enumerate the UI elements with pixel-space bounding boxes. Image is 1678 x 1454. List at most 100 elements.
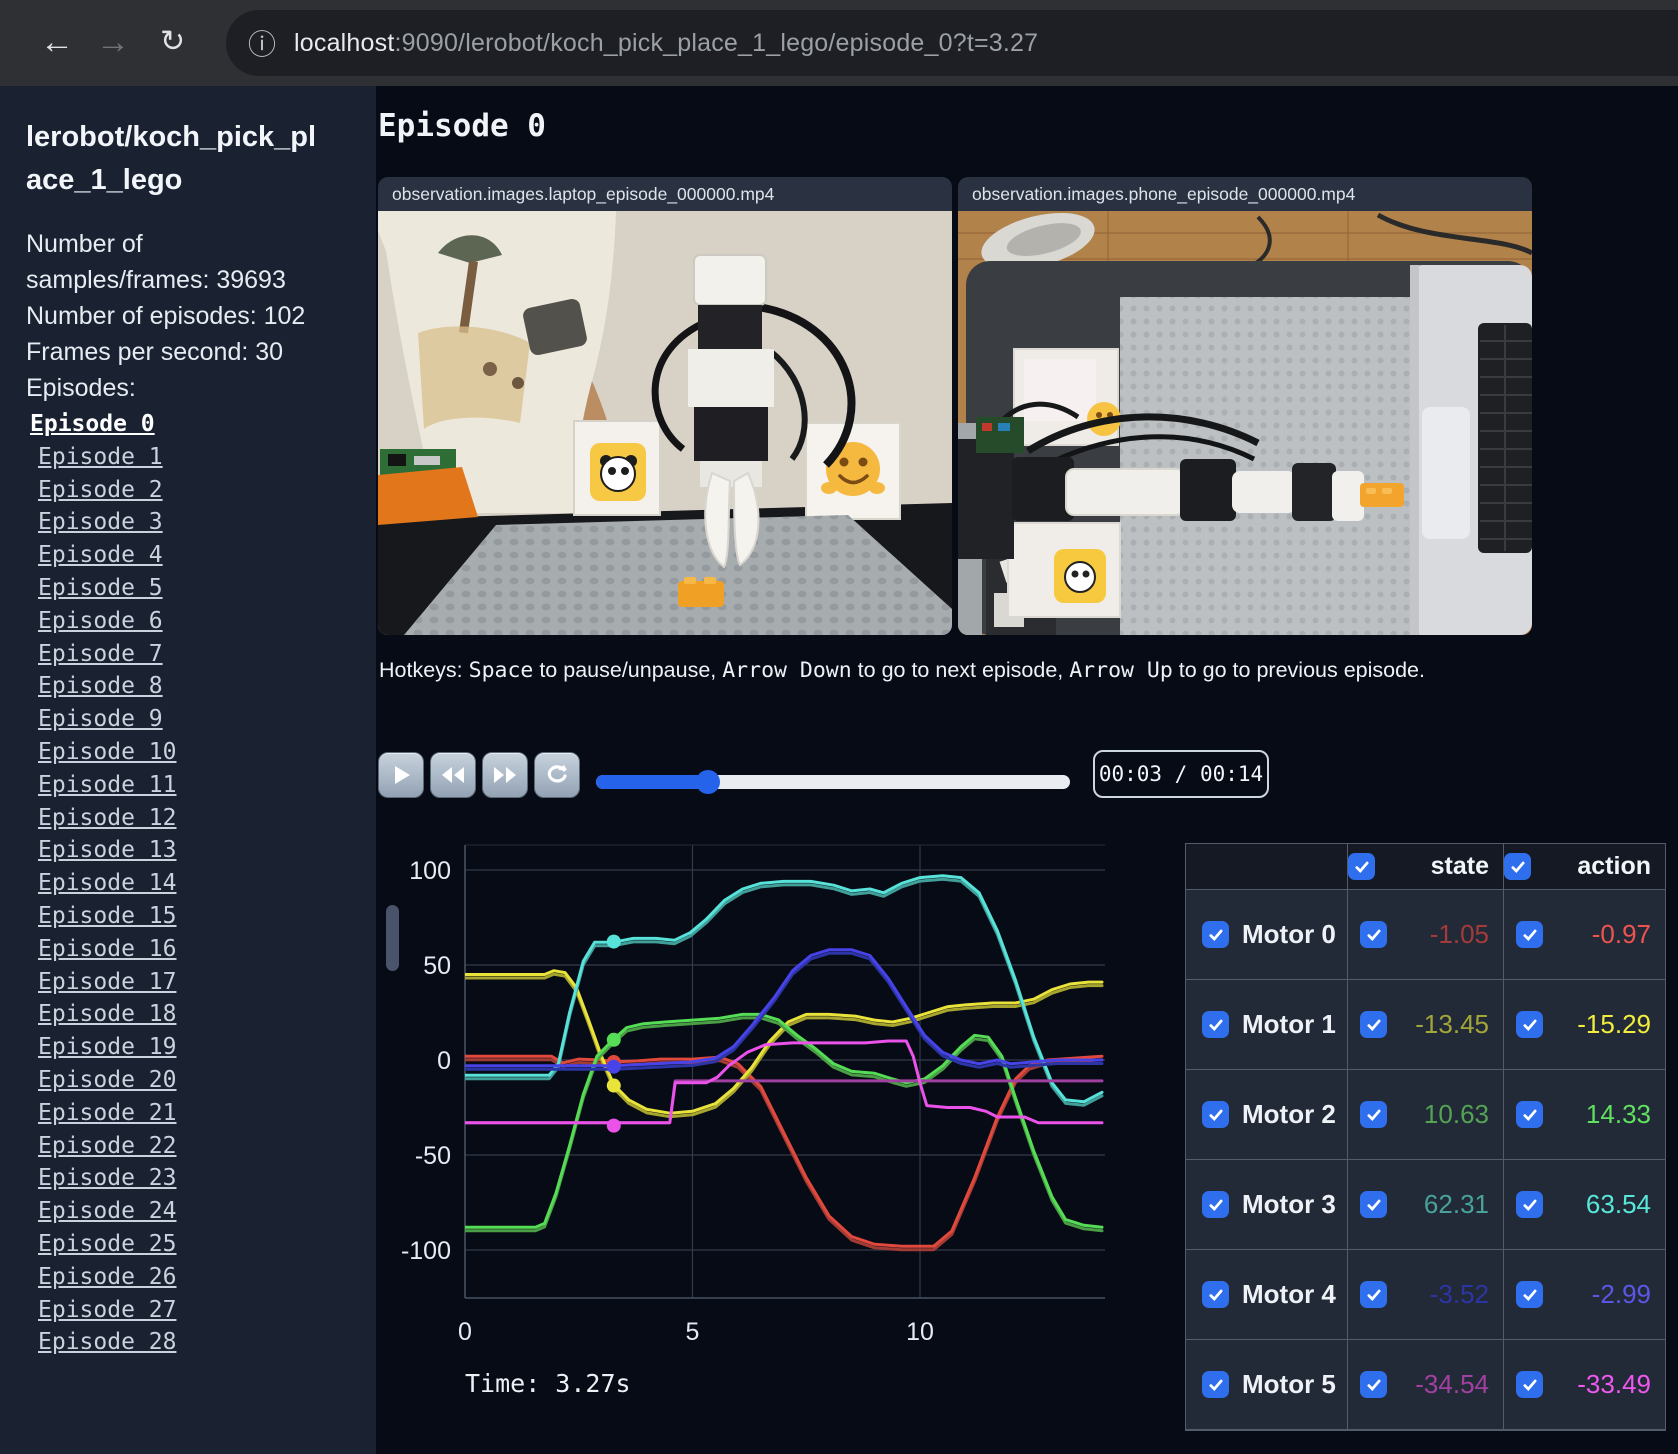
episode-link[interactable]: Episode 21 <box>38 1097 376 1130</box>
action-value-cell: -15.29 <box>1504 980 1665 1070</box>
episode-link[interactable]: Episode 27 <box>38 1294 376 1327</box>
episode-link[interactable]: Episode 7 <box>38 638 376 671</box>
episode-link[interactable]: Episode 20 <box>38 1064 376 1097</box>
episode-link[interactable]: Episode 19 <box>38 1031 376 1064</box>
rewind-button[interactable] <box>430 752 476 798</box>
episode-link[interactable]: Episode 11 <box>38 769 376 802</box>
action-checkbox[interactable] <box>1516 1011 1543 1038</box>
x-tick-label: 0 <box>458 1318 472 1346</box>
action-checkbox[interactable] <box>1516 1101 1543 1128</box>
episode-link[interactable]: Episode 1 <box>38 441 376 474</box>
forward-icon[interactable]: → <box>96 20 130 64</box>
episode-link[interactable]: Episode 15 <box>38 900 376 933</box>
motor-checkbox[interactable] <box>1202 1281 1229 1308</box>
y-tick-label: -100 <box>401 1237 451 1265</box>
back-icon[interactable]: ← <box>40 20 74 64</box>
episode-link[interactable]: Episode 26 <box>38 1261 376 1294</box>
state-checkbox[interactable] <box>1360 1281 1387 1308</box>
time-cursor-marker <box>606 1078 621 1093</box>
series-action-line <box>465 969 1104 1115</box>
page-title: Episode 0 <box>378 108 546 144</box>
state-header-cell: state <box>1348 844 1504 890</box>
app: ← → ↻ ⓘ localhost:9090/lerobot/koch_pick… <box>0 0 1678 1454</box>
time-cursor-marker <box>606 1118 621 1133</box>
site-info-icon[interactable]: ⓘ <box>248 23 276 63</box>
time-display: 00:03 / 00:14 <box>1093 750 1269 798</box>
episode-link[interactable]: Episode 14 <box>38 867 376 900</box>
episode-link[interactable]: Episode 3 <box>38 506 376 539</box>
motor-checkbox[interactable] <box>1202 921 1229 948</box>
motor-checkbox[interactable] <box>1202 1191 1229 1218</box>
video-title-laptop: observation.images.laptop_episode_000000… <box>378 177 952 211</box>
url-host: localhost <box>294 28 395 57</box>
url-path: :9090/lerobot/koch_pick_place_1_lego/epi… <box>394 28 1039 57</box>
episode-link[interactable]: Episode 24 <box>38 1195 376 1228</box>
time-cursor-marker <box>606 1032 621 1047</box>
episode-link[interactable]: Episode 16 <box>38 933 376 966</box>
y-tick-label: -50 <box>415 1142 451 1170</box>
episode-link[interactable]: Episode 6 <box>38 605 376 638</box>
sidebar: lerobot/koch_pick_place_1_lego Number of… <box>0 86 376 1454</box>
motor-row-label: Motor 4 <box>1186 1250 1348 1340</box>
episode-link[interactable]: Episode 22 <box>38 1130 376 1163</box>
episode-link[interactable]: Episode 25 <box>38 1228 376 1261</box>
action-checkbox[interactable] <box>1516 1281 1543 1308</box>
episode-link[interactable]: Episode 23 <box>38 1162 376 1195</box>
dataset-info: Number of samples/frames: 39693 Number o… <box>26 226 332 406</box>
episode-link[interactable]: Episode 9 <box>38 703 376 736</box>
reload-icon[interactable]: ↻ <box>160 20 185 64</box>
motor-checkbox[interactable] <box>1202 1371 1229 1398</box>
episode-link[interactable]: Episode 18 <box>38 998 376 1031</box>
hotkey-arrow-up: Arrow Up <box>1069 658 1173 683</box>
episode-link[interactable]: Episode 4 <box>38 539 376 572</box>
y-tick-label: 0 <box>437 1047 451 1075</box>
series-action-line <box>465 1054 1104 1248</box>
state-value-cell: -13.45 <box>1348 980 1504 1070</box>
x-tick-label: 5 <box>686 1318 700 1346</box>
episode-list: Episode 0 Episode 1 Episode 2 Episode 3 Epis… <box>0 408 376 1359</box>
episode-link[interactable]: Episode 12 <box>38 802 376 835</box>
episode-link[interactable]: Episode 28 <box>38 1326 376 1359</box>
loop-icon <box>547 765 567 783</box>
state-value-cell: 10.63 <box>1348 1070 1504 1160</box>
episode-link[interactable]: Episode 0 <box>30 408 376 441</box>
seek-slider[interactable] <box>596 770 1070 794</box>
motor-checkbox[interactable] <box>1202 1011 1229 1038</box>
state-checkbox[interactable] <box>1360 1011 1387 1038</box>
action-column-checkbox[interactable] <box>1504 853 1531 880</box>
action-checkbox[interactable] <box>1516 1191 1543 1218</box>
address-bar[interactable]: ⓘ localhost:9090/lerobot/koch_pick_place… <box>226 10 1678 76</box>
state-checkbox[interactable] <box>1360 1191 1387 1218</box>
seek-slider-thumb[interactable] <box>695 770 720 794</box>
motor-checkbox[interactable] <box>1202 1101 1229 1128</box>
play-button[interactable] <box>378 752 424 798</box>
episode-link[interactable]: Episode 2 <box>38 474 376 507</box>
state-checkbox[interactable] <box>1360 1101 1387 1128</box>
episode-link[interactable]: Episode 10 <box>38 736 376 769</box>
fast-forward-icon <box>494 767 516 783</box>
episode-link[interactable]: Episode 8 <box>38 670 376 703</box>
state-checkbox[interactable] <box>1360 921 1387 948</box>
state-checkbox[interactable] <box>1360 1371 1387 1398</box>
motor-chart[interactable]: 100 50 0 -50 -100 0 5 10 Time: 3.27s <box>380 800 1110 1454</box>
action-checkbox[interactable] <box>1516 921 1543 948</box>
video-card-phone: observation.images.phone_episode_000000.… <box>958 177 1532 635</box>
video-card-laptop: observation.images.laptop_episode_000000… <box>378 177 952 635</box>
browser-toolbar: ← → ↻ ⓘ localhost:9090/lerobot/koch_pick… <box>0 0 1678 86</box>
action-header-label: action <box>1577 852 1651 880</box>
episode-link[interactable]: Episode 5 <box>38 572 376 605</box>
state-column-checkbox[interactable] <box>1348 853 1375 880</box>
motor-row-label: Motor 2 <box>1186 1070 1348 1160</box>
hotkey-arrow-down: Arrow Down <box>722 658 852 683</box>
state-value-cell: -3.52 <box>1348 1250 1504 1340</box>
action-value-cell: -0.97 <box>1504 890 1665 980</box>
loop-button[interactable] <box>534 752 580 798</box>
episode-link[interactable]: Episode 13 <box>38 834 376 867</box>
video-phone <box>958 211 1532 635</box>
episodes-label: Episodes: <box>26 374 136 402</box>
fast-forward-button[interactable] <box>482 752 528 798</box>
episode-link[interactable]: Episode 17 <box>38 966 376 999</box>
chart-time-label: Time: 3.27s <box>465 1369 631 1398</box>
action-checkbox[interactable] <box>1516 1371 1543 1398</box>
rewind-icon <box>442 767 464 783</box>
